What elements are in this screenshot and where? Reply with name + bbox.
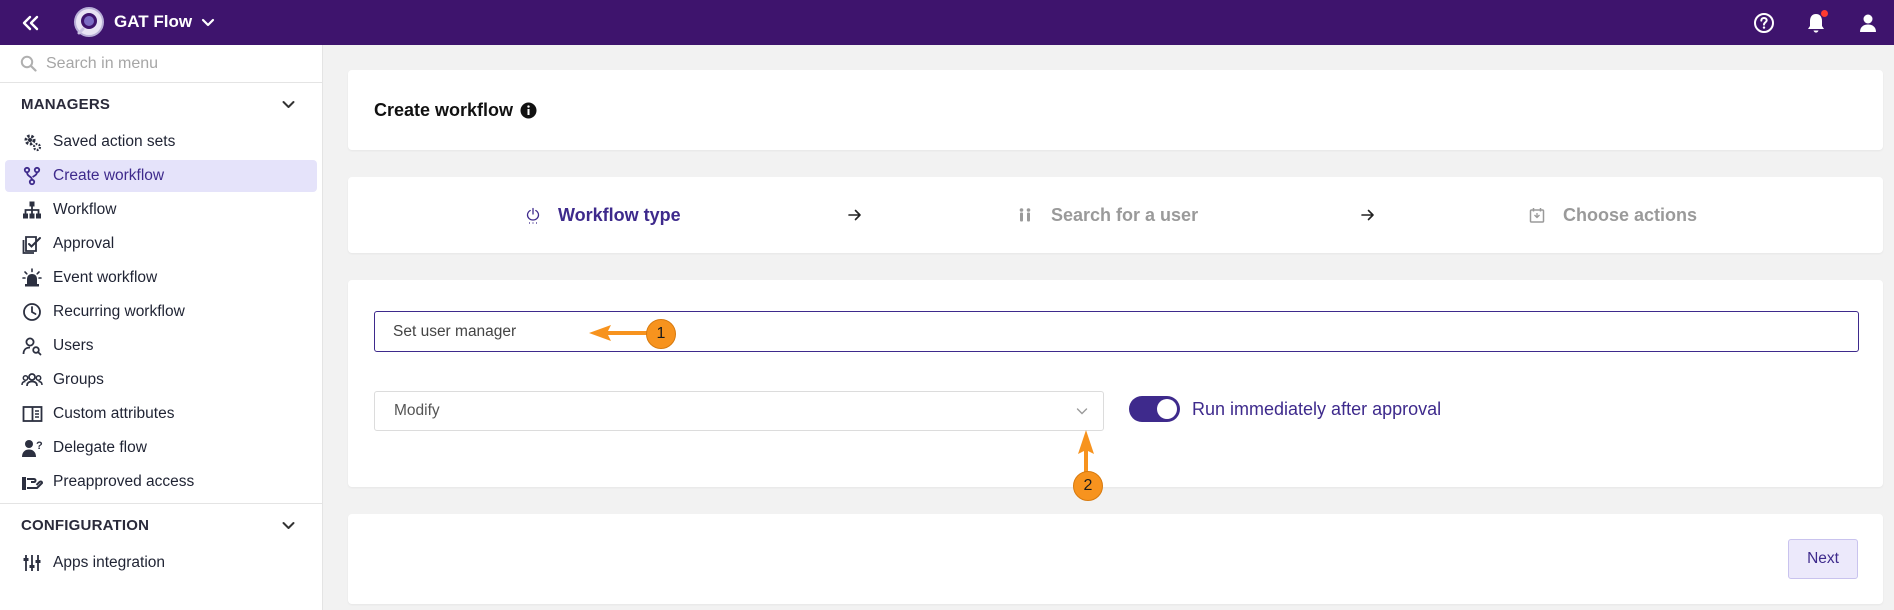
app-name: GAT Flow [114,12,193,31]
sidebar-search-input[interactable] [46,54,306,73]
sidebar-item-preapproved-access[interactable]: Preapproved access [5,466,317,498]
siren-icon [21,267,43,289]
notifications-button[interactable] [1790,0,1842,45]
calendar-icon [1529,208,1545,223]
section-title: MANAGERS [21,95,111,113]
footer-card: Next [348,514,1883,604]
gears-icon [21,131,43,153]
sidebar-item-label: Delegate flow [53,439,147,456]
user-icon [1860,14,1876,32]
user-question-icon: ? [21,437,43,459]
sidebar: MANAGERS Saved action sets Create workfl… [0,45,323,610]
action-type-select[interactable]: Modify [374,391,1104,431]
sidebar-item-delegate-flow[interactable]: ? Delegate flow [5,432,317,464]
toggle-label: Run immediately after approval [1192,398,1442,419]
sidebar-item-label: Apps integration [53,554,166,571]
toggle-switch[interactable] [1129,396,1180,422]
search-icon [20,55,37,72]
sidebar-item-label: Custom attributes [53,405,175,422]
sidebar-item-label: Approval [53,235,115,252]
sidebar-search [0,45,322,83]
sidebar-item-label: Users [53,337,94,354]
info-icon[interactable] [520,102,537,119]
sidebar-item-create-workflow[interactable]: Create workflow [5,160,317,192]
sidebar-item-event-workflow[interactable]: Event workflow [5,262,317,294]
gat-logo-icon [74,7,104,37]
select-value: Modify [394,402,440,419]
annotation-badge-1: 1 [646,319,676,349]
sidebar-item-label: Event workflow [53,269,158,286]
account-button[interactable] [1842,0,1894,45]
sidebar-item-workflow[interactable]: Workflow [5,194,317,226]
sidebar-item-users[interactable]: Users [5,330,317,362]
sidebar-item-apps-integration[interactable]: Apps integration [5,547,317,579]
chevron-down-icon [282,521,295,529]
step-choose-actions[interactable]: Choose actions [1529,177,1697,253]
section-configuration-header[interactable]: CONFIGURATION [0,504,322,546]
page-title: Create workflow [374,100,514,120]
sidebar-item-approval[interactable]: Approval [5,228,317,260]
sitemap-icon [21,199,43,221]
help-button[interactable] [1738,0,1790,45]
chevron-down-icon [1076,408,1088,415]
arrow-right-icon [848,209,861,221]
sliders-icon [21,552,43,574]
section-title: CONFIGURATION [21,516,150,534]
sidebar-item-saved-action-sets[interactable]: Saved action sets [5,126,317,158]
sidebar-item-label: Create workflow [53,167,165,184]
collapse-sidebar-button[interactable] [18,10,44,36]
section-managers-header[interactable]: MANAGERS [0,83,322,125]
step-label: Choose actions [1563,204,1698,225]
step-label: Workflow type [558,204,681,225]
clock-icon [21,301,43,323]
sidebar-item-groups[interactable]: Groups [5,364,317,396]
run-immediately-toggle[interactable]: Run immediately after approval [1129,396,1441,422]
double-chevron-left-icon [22,15,39,31]
arrow-right-icon [1361,209,1374,221]
groups-icon [21,369,43,391]
step-search-for-a-user[interactable]: Search for a user [1017,177,1198,253]
sidebar-item-label: Preapproved access [53,473,195,490]
sidebar-item-label: Groups [53,371,104,388]
stepper-card: Workflow type Search for a user Choose a… [348,177,1883,253]
sidebar-item-label: Recurring workflow [53,303,185,320]
sidebar-item-label: Saved action sets [53,133,176,150]
step-workflow-type[interactable]: Workflow type [526,177,681,253]
toggle-knob [1157,399,1177,419]
sidebar-item-recurring-workflow[interactable]: Recurring workflow [5,296,317,328]
user-search-icon [21,335,43,357]
title-card: Create workflow [348,70,1883,150]
sidebar-item-label: Workflow [53,201,117,218]
form-card: Modify Run immediately after approval [348,280,1883,487]
annotation-badge-2: 2 [1073,471,1103,501]
hand-icon [21,471,43,493]
approval-check-icon [21,233,43,255]
book-open-icon [21,403,43,425]
sidebar-item-custom-attributes[interactable]: Custom attributes [5,398,317,430]
power-icon [526,207,540,224]
chevron-down-icon [201,18,215,27]
top-bar: GAT Flow [0,0,1894,45]
branch-icon [21,165,43,187]
app-switcher[interactable]: GAT Flow [72,4,216,40]
step-label: Search for a user [1051,204,1199,225]
svg-text:?: ? [36,440,43,452]
help-icon [1754,12,1774,33]
next-button[interactable]: Next [1788,539,1858,579]
chevron-down-icon [282,100,295,108]
users-icon [1019,208,1031,222]
notification-badge [1821,10,1828,17]
